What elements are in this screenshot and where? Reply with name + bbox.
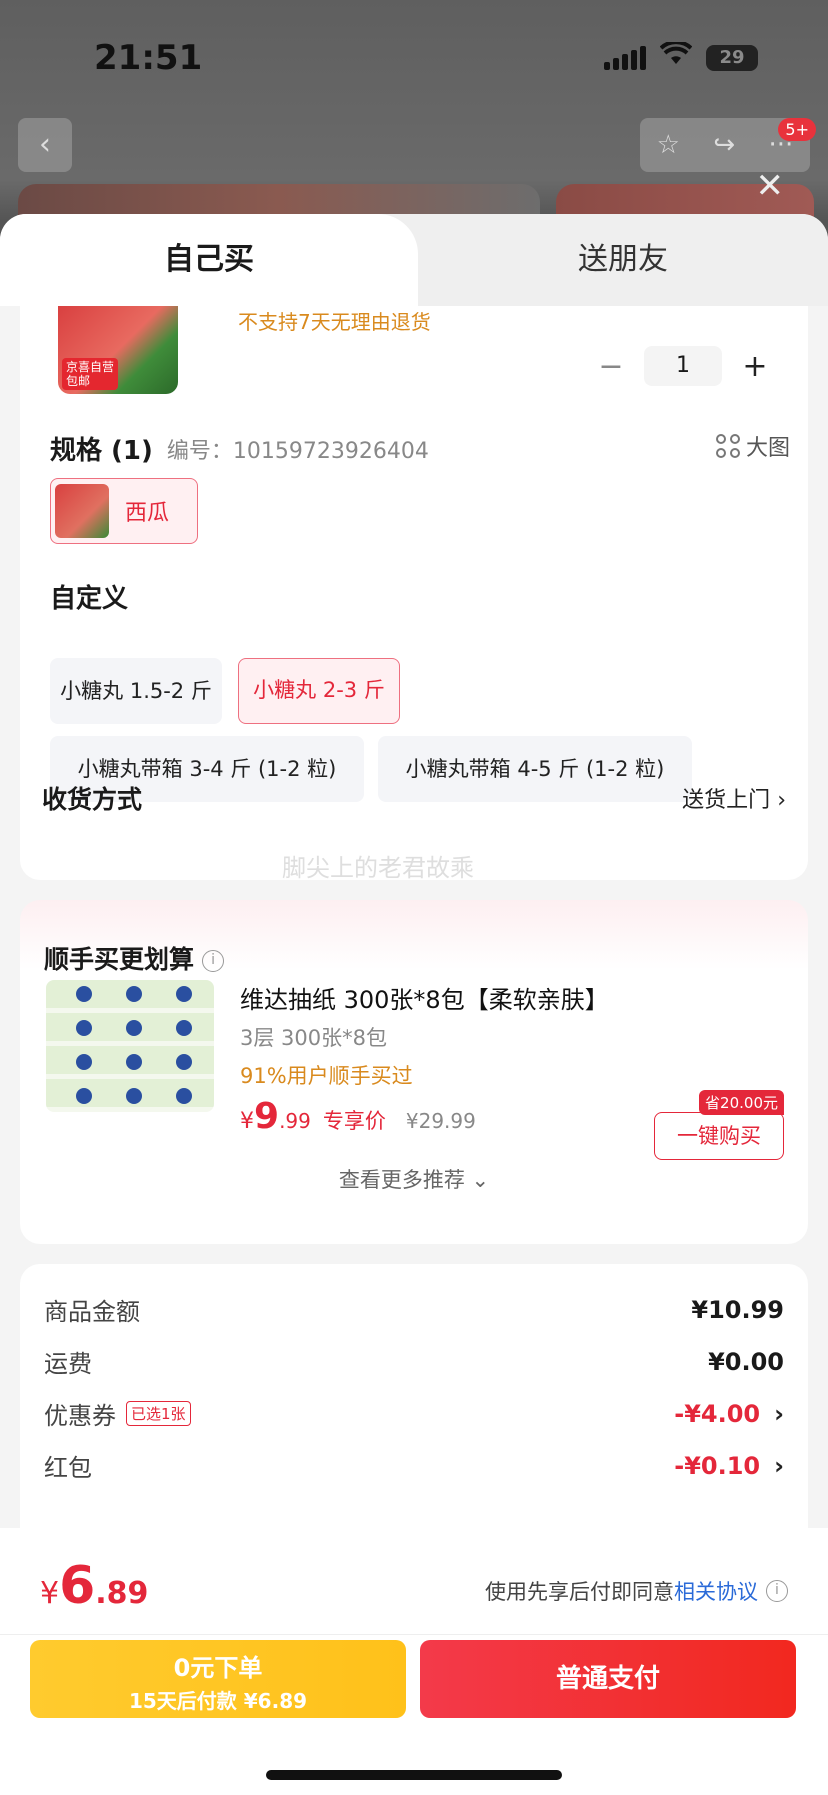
spec-chip-watermelon[interactable]: 西瓜: [50, 478, 198, 544]
close-icon[interactable]: ✕: [756, 166, 785, 206]
tab-buy-self[interactable]: 自己买: [0, 214, 418, 306]
chevron-down-icon: ⌄: [471, 1168, 490, 1192]
more-recommend-link[interactable]: 查看更多推荐 ⌄: [20, 1164, 808, 1194]
status-icons: 29: [604, 40, 758, 73]
save-badge: 省20.00元: [699, 1090, 784, 1115]
coupon-label: 优惠券 已选1张: [44, 1396, 191, 1431]
agreement-text: 使用先享后付即同意 相关协议 i: [485, 1576, 788, 1606]
tab-bar: 自己买 送朋友: [0, 214, 828, 306]
coupon-value: -¥4.00 ›: [674, 1399, 784, 1428]
goods-amount-label: 商品金额: [44, 1298, 140, 1326]
redpack-label: 红包: [44, 1454, 92, 1482]
pay-later-button[interactable]: 0元下单 15天后付款 ¥6.89: [30, 1640, 406, 1718]
one-click-buy-button[interactable]: 一键购买: [654, 1112, 784, 1160]
chevron-right-icon: ›: [774, 1451, 784, 1480]
option-2-selected[interactable]: 小糖丸 2-3 斤: [238, 658, 400, 724]
coupon-selected-pill: 已选1张: [126, 1401, 191, 1426]
price-summary-card: 商品金额 ¥10.99 运费 ¥0.00 优惠券 已选1张 -¥4.00 › 红包 …: [20, 1264, 808, 1564]
redpack-row[interactable]: 红包 -¥0.10 ›: [44, 1448, 784, 1483]
goods-amount-value: ¥10.99: [691, 1295, 784, 1324]
big-view-label: 大图: [745, 436, 790, 461]
cellular-signal-icon: [604, 45, 646, 70]
redpack-value: -¥0.10 ›: [674, 1451, 784, 1480]
chevron-right-icon: ›: [774, 1399, 784, 1428]
recommend-card: 顺手买更划算 i 维达抽纸 300张*8包【柔软亲肤】 3层 300张*8包 91…: [20, 900, 808, 1244]
total-price: ¥ 6 .89: [40, 1556, 149, 1616]
big-view-button[interactable]: 大图: [715, 430, 790, 462]
delivery-value: 送货上门 ›: [682, 788, 786, 813]
recommend-name[interactable]: 维达抽纸 300张*8包【柔软亲肤】: [240, 980, 609, 1015]
pay-later-label: 0元下单: [173, 1654, 263, 1682]
chevron-left-icon: ‹: [39, 127, 51, 162]
recommend-spec: 3层 300张*8包: [240, 1026, 387, 1050]
delivery-label: 收货方式: [42, 785, 143, 814]
spec-chip-label: 西瓜: [125, 501, 170, 526]
delivery-method-row[interactable]: 收货方式 送货上门 ›: [42, 780, 786, 816]
spec-header: 规格 (1) 编号：10159723926404 大图: [50, 430, 790, 467]
recommend-price: ¥ 9 .99 专享价 ¥29.99: [240, 1096, 476, 1137]
return-policy-notice: 不支持7天无理由退货: [238, 310, 431, 334]
recommend-percent: 91%用户顺手买过: [240, 1064, 413, 1088]
chevron-right-icon: ›: [777, 788, 786, 813]
home-indicator: [266, 1770, 562, 1780]
back-button[interactable]: ‹: [18, 118, 72, 172]
quantity-input[interactable]: 1: [644, 346, 722, 386]
spec-number: 编号：10159723926404: [166, 438, 429, 464]
product-options-card: 京喜自营 包邮 不支持7天无理由退货 − 1 + 规格 (1) 编号：101597…: [20, 306, 808, 880]
decrease-button[interactable]: −: [596, 349, 626, 384]
grid-view-icon: [715, 434, 740, 458]
agreement-link[interactable]: 相关协议: [674, 1576, 758, 1606]
goods-amount-row: 商品金额 ¥10.99: [44, 1292, 784, 1327]
star-icon[interactable]: ☆: [657, 130, 680, 160]
spec-chip-thumbnail: [55, 484, 109, 538]
product-image-tag: 京喜自营 包邮: [62, 358, 119, 390]
coupon-row[interactable]: 优惠券 已选1张 -¥4.00 ›: [44, 1396, 784, 1431]
shipping-row: 运费 ¥0.00: [44, 1344, 784, 1379]
shipping-value: ¥0.00: [708, 1347, 784, 1376]
tab-gift-friend[interactable]: 送朋友: [418, 214, 828, 306]
share-icon[interactable]: ↪: [713, 130, 735, 160]
status-bar: 21:51 29: [0, 38, 828, 78]
watermark: 脚尖上的老君故乘: [282, 854, 474, 882]
recommend-product-image: [46, 980, 214, 1112]
product-image: 京喜自营 包邮: [58, 306, 178, 394]
battery-indicator: 29: [706, 44, 758, 71]
quantity-stepper: − 1 +: [596, 346, 770, 386]
status-time: 21:51: [94, 38, 203, 78]
option-1[interactable]: 小糖丸 1.5-2 斤: [50, 658, 222, 724]
divider: [0, 1634, 828, 1635]
custom-title: 自定义: [50, 584, 129, 614]
message-badge: 5+: [778, 118, 816, 141]
info-icon[interactable]: i: [202, 950, 225, 972]
pay-later-sub: 15天后付款 ¥6.89: [128, 1689, 308, 1713]
info-icon[interactable]: i: [766, 1580, 788, 1602]
shipping-label: 运费: [44, 1350, 92, 1378]
recommend-old-price: ¥29.99: [405, 1109, 476, 1133]
recommend-title: 顺手买更划算 i: [44, 940, 225, 976]
increase-button[interactable]: +: [740, 349, 770, 384]
wifi-icon: [659, 40, 693, 73]
normal-pay-button[interactable]: 普通支付: [420, 1640, 796, 1718]
spec-title: 规格 (1): [50, 436, 153, 466]
